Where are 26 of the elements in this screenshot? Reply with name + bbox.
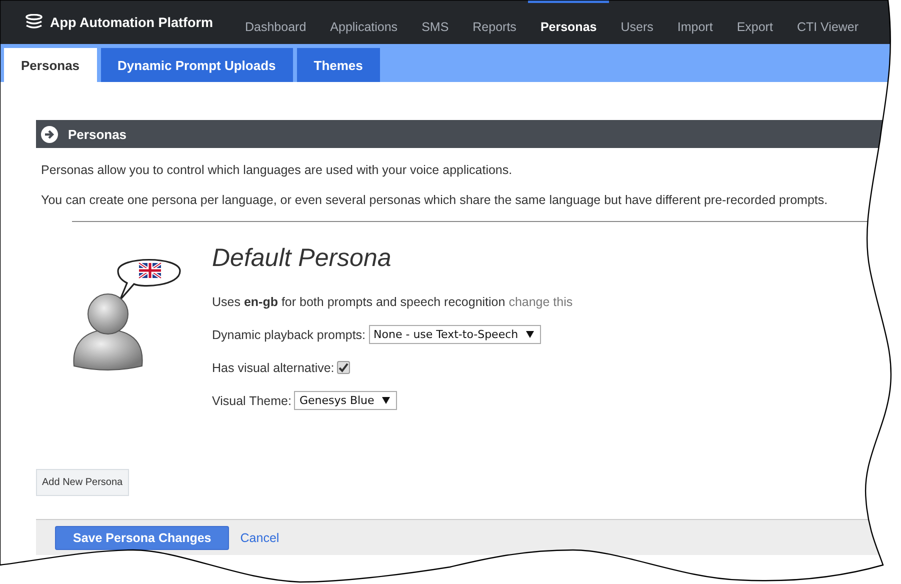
save-button[interactable]: Save Persona Changes bbox=[55, 526, 230, 550]
language-description: Uses en-gb for both prompts and speech recognition change this bbox=[212, 294, 573, 308]
app-title: App Automation Platform bbox=[50, 14, 213, 30]
field-label: Has visual alternative: bbox=[212, 360, 334, 374]
field-label: Dynamic playback prompts: bbox=[212, 328, 366, 342]
nav-link[interactable]: CTI Viewer bbox=[784, 0, 871, 44]
nav-link[interactable]: Import bbox=[665, 0, 725, 44]
tab[interactable]: Dynamic Prompt Uploads bbox=[100, 48, 293, 82]
cancel-link[interactable]: Cancel bbox=[240, 530, 280, 544]
field-label: Visual Theme: bbox=[212, 394, 292, 408]
dropdown[interactable]: Genesys Blue bbox=[294, 391, 398, 410]
nav-link[interactable]: Users bbox=[608, 0, 666, 44]
add-persona-button[interactable]: Add New Persona bbox=[36, 469, 129, 496]
nav-link[interactable]: Reports bbox=[460, 0, 528, 44]
nav-link[interactable]: Dashboard bbox=[233, 0, 318, 44]
tab[interactable]: Themes bbox=[296, 48, 380, 82]
section-title: Personas bbox=[68, 126, 127, 142]
nav-link[interactable]: Applications bbox=[318, 0, 410, 44]
dropdown[interactable]: None - use Text-to-Speech bbox=[368, 325, 542, 344]
nav-link[interactable]: SMS bbox=[410, 0, 461, 44]
change-link[interactable]: change this bbox=[508, 294, 573, 308]
persona-name: Default Persona bbox=[212, 244, 392, 273]
intro-text: You can create one persona per language, or even several personas which share the same language but have different pre-recorded prompts. bbox=[41, 193, 829, 207]
intro-text: Personas allow you to control which languages are used with your voice applications. bbox=[41, 163, 514, 177]
tab[interactable]: Personas bbox=[4, 48, 97, 82]
nav-link[interactable]: Export bbox=[724, 0, 785, 44]
